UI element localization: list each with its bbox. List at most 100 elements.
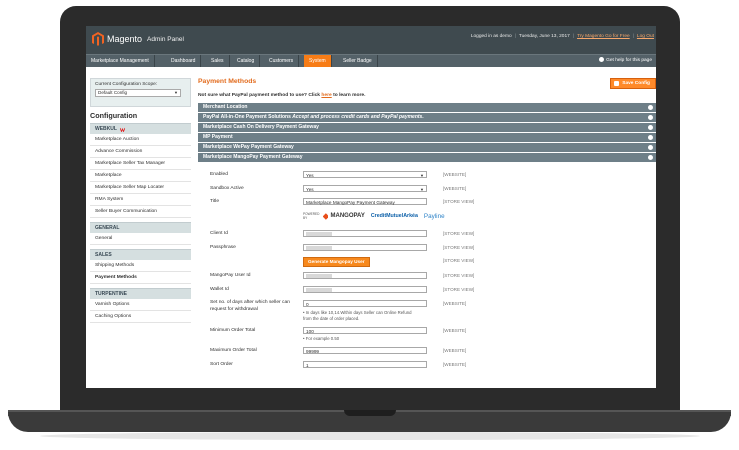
configuration-title: Configuration [90, 111, 138, 120]
chevron-down-icon: ▼ [420, 173, 424, 178]
passphrase-scope: [STORE VIEW] [443, 245, 475, 250]
nav-catalog[interactable]: Catalog [232, 55, 261, 67]
redacted-value [306, 288, 332, 293]
group-cod[interactable]: Marketplace Cash On Delivery Payment Gat… [198, 123, 656, 132]
save-config-button[interactable]: Save Config [610, 78, 656, 89]
mangopay-user-id-input[interactable] [303, 272, 427, 279]
withdrawal-days-note: • In days like 10,14.Within days Seller … [303, 310, 412, 321]
logged-in-text: Logged in as demo [470, 34, 512, 39]
group-merchant-location[interactable]: Merchant Location [198, 103, 656, 112]
sidebar-item-payment-methods[interactable]: Payment Methods [90, 272, 191, 284]
help-link[interactable]: Get help for this page [599, 55, 652, 67]
mangopay-user-id-label: MangoPay User Id [210, 273, 251, 278]
min-order-scope: [WEBSITE] [443, 328, 467, 333]
payment-groups: Merchant Location PayPal All-in-One Paym… [198, 103, 656, 162]
logout-link[interactable]: Log Out [637, 34, 654, 39]
mangopay-icon [322, 212, 329, 220]
chevron-down-icon: ▼ [420, 187, 424, 192]
section-head-turpentine[interactable]: TURPENTINE [90, 288, 191, 299]
passphrase-label: Passphrase [210, 245, 236, 250]
payline-logo: Payline [423, 212, 445, 220]
group-mangopay[interactable]: Marketplace MangoPay Payment Gateway [198, 153, 656, 162]
section-general: GENERAL General [90, 222, 191, 245]
nav-dashboard[interactable]: Dashboard [166, 55, 202, 67]
sidebar-item-seller-buyer-communication[interactable]: Seller Buyer Communication [90, 206, 191, 218]
passphrase-input[interactable] [303, 244, 427, 251]
section-head-label: WEBKUL [95, 126, 117, 132]
redacted-value [306, 232, 332, 237]
sidebar-item-varnish-options[interactable]: Varnish Options [90, 299, 191, 311]
generate-mangopay-user-button[interactable]: Generate Mangopay User [303, 257, 370, 267]
header-date: Tuesday, June 13, 2017 [518, 34, 570, 39]
nav-customers[interactable]: Customers [264, 55, 300, 67]
help-label: Get help for this page [606, 58, 652, 63]
chevron-down-icon: ▼ [174, 90, 178, 95]
magento-logo[interactable]: Magento Admin Panel [92, 32, 184, 46]
section-head-sales[interactable]: SALES [90, 249, 191, 260]
withdrawal-days-input[interactable]: 0 [303, 300, 427, 307]
main-content: Payment Methods Save Config Not sure wha… [198, 78, 656, 383]
sandbox-select[interactable]: Yes ▼ [303, 185, 427, 192]
sidebar-item-marketplace-auction[interactable]: Marketplace Auction [90, 134, 191, 146]
try-magento-link[interactable]: Try Magento Go for Free [577, 34, 630, 39]
sandbox-label: Sandbox Active [210, 186, 244, 191]
sidebar-item-caching-options[interactable]: Caching Options [90, 311, 191, 323]
client-id-input[interactable] [303, 230, 427, 237]
notice-link[interactable]: here [321, 93, 331, 98]
logo-subtitle: Admin Panel [147, 35, 184, 43]
wallet-id-scope: [STORE VIEW] [443, 287, 475, 292]
withdrawal-days-note-text: In days like 10,14.Within days Seller ca… [303, 310, 412, 321]
collapse-icon [648, 155, 653, 160]
title-input[interactable]: Marketplace MangoPay Payment Gateway [303, 198, 427, 205]
sidebar-item-seller-map-locater[interactable]: Marketplace Seller Map Locater [90, 182, 191, 194]
section-turpentine: TURPENTINE Varnish Options Caching Optio… [90, 288, 191, 323]
help-icon [599, 56, 605, 62]
sort-order-input[interactable]: 1 [303, 361, 427, 368]
creditmutuel-logo: CreditMutuelArkéa [370, 213, 418, 219]
enabled-select[interactable]: Yes ▼ [303, 171, 427, 178]
sandbox-value: Yes [306, 187, 314, 192]
sidebar-item-advance-commission[interactable]: Advance Commission [90, 146, 191, 158]
paypal-notice: Not sure what PayPal payment method to u… [198, 93, 656, 98]
nav-sales[interactable]: Sales [206, 55, 230, 67]
sort-order-scope: [WEBSITE] [443, 362, 467, 367]
sidebar-item-rma-system[interactable]: RMA System [90, 194, 191, 206]
wallet-id-input[interactable] [303, 286, 427, 293]
nav-system[interactable]: System [304, 55, 332, 67]
webkul-icon [119, 127, 125, 132]
section-head-webkul[interactable]: WEBKUL [90, 123, 191, 134]
sidebar-item-marketplace[interactable]: Marketplace [90, 170, 191, 182]
config-scope-box: Current Configuration Scope: Default Con… [90, 78, 191, 107]
sidebar-item-shipping-methods[interactable]: Shipping Methods [90, 260, 191, 272]
section-head-general[interactable]: GENERAL [90, 222, 191, 233]
redacted-value [306, 246, 332, 251]
section-webkul: WEBKUL Marketplace Auction Advance Commi… [90, 123, 191, 218]
header-user-info: Logged in as demo | Tuesday, June 13, 2017… [470, 34, 654, 39]
scope-value: Default Config [98, 90, 128, 95]
nav-seller-badge[interactable]: Seller Badge [338, 55, 378, 67]
sandbox-scope: [WEBSITE] [443, 186, 467, 191]
max-order-label: Maximum Order Total [210, 348, 257, 353]
expand-icon [648, 105, 653, 110]
group-description: Accept and process credit cards and PayP… [292, 114, 424, 120]
sidebar-item-general[interactable]: General [90, 233, 191, 245]
nav-marketplace-management[interactable]: Marketplace Management [86, 55, 155, 67]
group-title: Marketplace MangoPay Payment Gateway [203, 154, 303, 160]
min-order-input[interactable]: 100 [303, 327, 427, 334]
withdrawal-days-scope: [WEBSITE] [443, 301, 467, 306]
group-wepay[interactable]: Marketplace WePay Payment Gateway [198, 143, 656, 152]
magento-logo-icon [92, 32, 104, 46]
redacted-value [306, 274, 332, 279]
scope-label: Current Configuration Scope: [95, 82, 158, 87]
laptop-shadow [40, 432, 700, 440]
min-order-label: Minimum Order Total [210, 328, 256, 333]
group-title: Merchant Location [203, 104, 248, 110]
save-icon [614, 81, 620, 86]
group-mp-payment[interactable]: MP Payment [198, 133, 656, 142]
group-paypal[interactable]: PayPal All-in-One Payment Solutions Acce… [198, 113, 656, 122]
max-order-input[interactable]: 99999 [303, 347, 427, 354]
scope-select[interactable]: Default Config ▼ [95, 89, 181, 97]
sidebar-item-seller-tax-manager[interactable]: Marketplace Seller Tax Manager [90, 158, 191, 170]
client-id-scope: [STORE VIEW] [443, 231, 475, 236]
group-title: Marketplace Cash On Delivery Payment Gat… [203, 124, 319, 130]
